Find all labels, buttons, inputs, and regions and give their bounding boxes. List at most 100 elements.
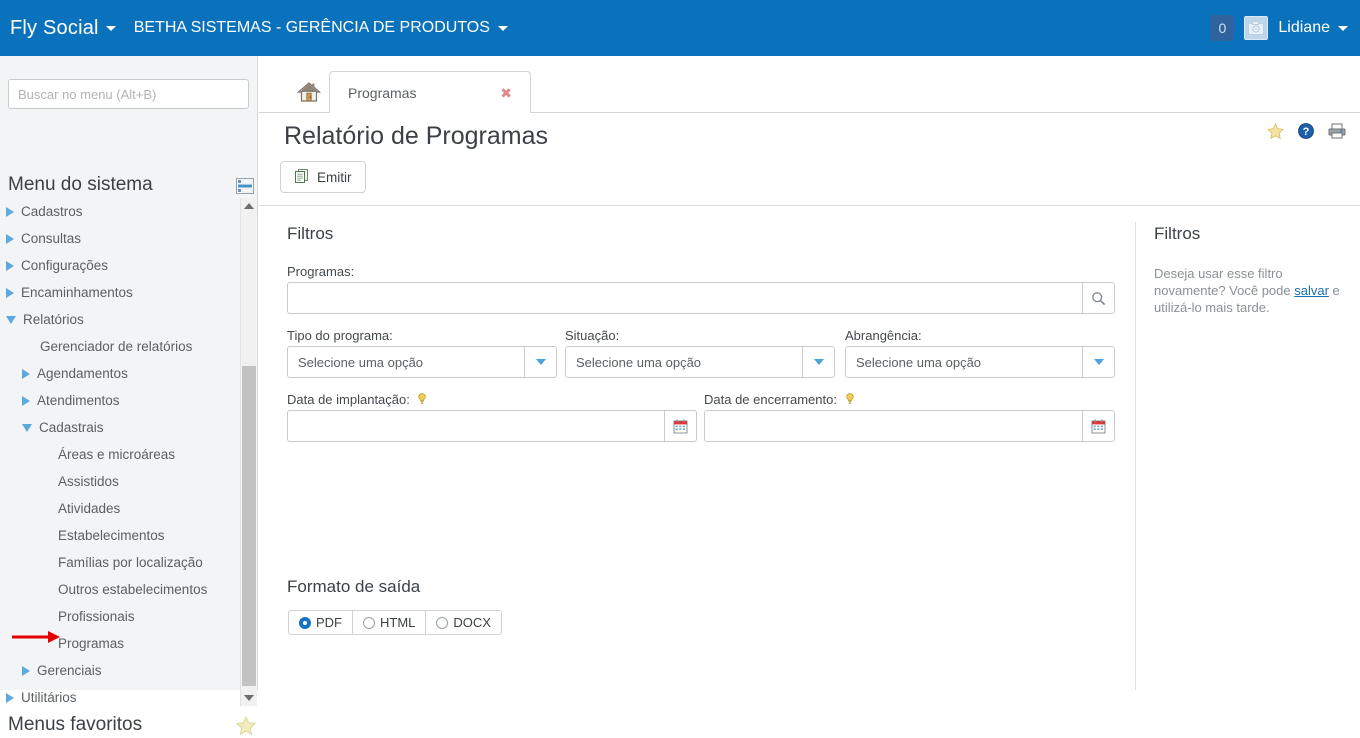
sidebar-item-profissionais[interactable]: Profissionais [0,603,240,630]
page-title: Relatório de Programas [284,122,549,150]
radio-option-label: HTML [380,615,416,630]
emit-button[interactable]: Emitir [280,161,366,193]
menu-search-input[interactable] [8,79,249,109]
triangle-right-icon[interactable] [6,287,14,298]
emit-button-label: Emitir [317,169,352,185]
scroll-up-button[interactable] [241,198,257,214]
sidebar-item-atendimentos[interactable]: Atendimentos [0,387,240,414]
triangle-right-icon[interactable] [22,395,30,406]
close-icon[interactable]: ✖ [500,85,512,102]
sidebar-item-label: Encaminhamentos [21,285,133,300]
scrollbar-thumb[interactable] [242,366,256,686]
programas-input[interactable] [287,282,1082,314]
radio-option-label: PDF [316,615,342,630]
sidebar-item-configuracoes[interactable]: Configurações [0,252,240,279]
saved-filters-text: Deseja usar esse filtro novamente? Você … [1154,265,1344,316]
chevron-down-icon [802,347,834,377]
data-implantacao-calendar-button[interactable] [664,410,697,442]
sidebar-item-agendamentos[interactable]: Agendamentos [0,360,240,387]
tipo-programa-value: Selecione uma opção [298,354,424,370]
tipo-programa-select[interactable]: Selecione uma opção [287,346,557,378]
sidebar-item-relatorios[interactable]: Relatórios [0,306,240,333]
sidebar-item-encaminhamentos[interactable]: Encaminhamentos [0,279,240,306]
sidebar-item-assistidos[interactable]: Assistidos [0,468,240,495]
notification-badge[interactable]: 0 [1210,15,1235,41]
sidebar-item-cadastros[interactable]: Cadastros [0,198,240,225]
radio-unselected-icon[interactable] [363,616,375,629]
data-implantacao-input[interactable] [287,410,664,442]
chevron-down-icon [524,347,556,377]
situacao-label: Situação: [565,328,620,343]
data-encerramento-calendar-button[interactable] [1082,410,1115,442]
radio-option-docx[interactable]: DOCX [426,611,501,634]
programas-search-button[interactable] [1082,282,1115,314]
radio-option-label: DOCX [453,615,491,630]
panel-list-icon[interactable] [236,178,254,194]
sidebar-item-label: Estabelecimentos [58,528,165,543]
scroll-down-button[interactable] [241,690,257,706]
favorite-star-icon[interactable] [1267,123,1284,139]
svg-text:?: ? [1303,126,1310,138]
page-action-icons: ? [1267,123,1346,139]
triangle-right-icon[interactable] [6,260,14,271]
sidebar-item-areas-e-microareas[interactable]: Áreas e microáreas [0,441,240,468]
saved-filters-text-before: Deseja usar esse filtro novamente? Você … [1154,266,1295,298]
brand-label: Fly Social [10,16,99,39]
app-header: Fly Social BETHA SISTEMAS - GERÊNCIA DE … [0,0,1360,56]
sidebar-item-label: Gerenciador de relatórios [40,339,193,354]
sidebar-item-label: Atendimentos [37,393,120,408]
sidebar-item-label: Relatórios [23,312,84,327]
organization-label: BETHA SISTEMAS - GERÊNCIA DE PRODUTOS [133,19,490,36]
sidebar-item-programas[interactable]: Programas [0,630,240,657]
menu-scrollbar[interactable] [240,198,257,706]
print-icon[interactable] [1328,123,1346,139]
filters-heading: Filtros [287,224,334,243]
triangle-right-icon[interactable] [22,368,30,379]
radio-option-html[interactable]: HTML [353,611,427,634]
user-menu[interactable]: Lidiane [1278,19,1348,37]
triangle-right-icon[interactable] [6,692,14,703]
organization-menu[interactable]: BETHA SISTEMAS - GERÊNCIA DE PRODUTOS [134,19,508,37]
programas-label: Programas: [287,264,355,279]
hint-bulb-icon[interactable] [845,393,854,408]
triangle-up-icon [244,203,254,209]
sidebar-item-atividades[interactable]: Atividades [0,495,240,522]
tab-programas[interactable]: Programas ✖ [329,71,531,114]
triangle-right-icon[interactable] [22,665,30,676]
avatar-camera-icon [1248,21,1265,35]
sidebar-item-label: Consultas [21,231,82,246]
sidebar-item-utilitarios[interactable]: Utilitários [0,684,240,706]
report-copy-icon [294,168,310,187]
triangle-down-icon[interactable] [6,315,16,324]
situacao-select[interactable]: Selecione uma opção [565,346,835,378]
triangle-right-icon[interactable] [6,206,14,217]
help-icon[interactable]: ? [1298,123,1314,139]
sidebar-item-cadastrais[interactable]: Cadastrais [0,414,240,441]
sidebar-item-outros-estabelecimentos[interactable]: Outros estabelecimentos [0,576,240,603]
radio-option-pdf[interactable]: PDF [289,611,353,634]
avatar[interactable] [1244,16,1269,40]
radio-unselected-icon[interactable] [436,616,449,629]
triangle-down-icon[interactable] [22,423,32,432]
data-encerramento-input[interactable] [704,410,1082,442]
sidebar-item-gerenciador-de-relatorios[interactable]: Gerenciador de relatórios [0,333,240,360]
sidebar-item-label: Cadastros [21,204,83,219]
menu-tree: Cadastros Consultas Configurações Encaminha… [0,198,240,706]
chevron-down-icon [105,25,116,31]
radio-selected-icon[interactable] [299,616,311,629]
hint-bulb-icon[interactable] [418,393,427,408]
data-encerramento-label-group: Data de encerramento: [704,392,854,408]
menu-title: Menu do sistema [8,174,153,195]
sidebar-item-estabelecimentos[interactable]: Estabelecimentos [0,522,240,549]
sidebar-item-consultas[interactable]: Consultas [0,225,240,252]
output-format-radio-group: PDF HTML DOCX [288,610,502,635]
sidebar-item-gerenciais[interactable]: Gerenciais [0,657,240,684]
star-icon[interactable] [235,715,257,738]
abrangencia-select[interactable]: Selecione uma opção [845,346,1115,378]
sidebar-item-label: Assistidos [58,474,119,489]
sidebar-item-familias-por-localizacao[interactable]: Famílias por localização [0,549,240,576]
brand-menu[interactable]: Fly Social [10,17,116,40]
save-filter-link[interactable]: salvar [1294,283,1329,298]
calendar-icon [1091,419,1106,433]
triangle-right-icon[interactable] [6,233,14,244]
